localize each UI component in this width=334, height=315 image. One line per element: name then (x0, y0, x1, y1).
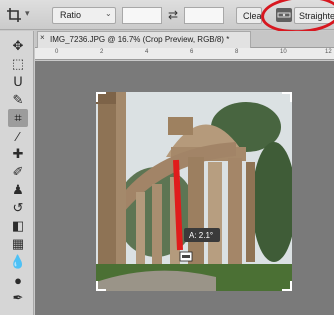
ruler-tick-label: 0 (55, 49, 59, 55)
eyedropper-icon[interactable]: ⁄ (8, 127, 28, 145)
quick-select-icon[interactable]: ✎ (8, 91, 28, 109)
crop-icon[interactable]: ⌗ (8, 109, 28, 127)
clone-stamp-icon[interactable]: ♟ (8, 181, 28, 199)
clear-button[interactable]: Clear (236, 7, 262, 24)
pen-icon[interactable]: ✒ (8, 289, 28, 307)
ruler-tick-label: 2 (100, 49, 104, 55)
eraser-icon[interactable]: ◧ (8, 217, 28, 235)
tools-panel: ✥ ⬚ ᑌ ✎ ⌗ ⁄ ✚ ✐ ♟ ↺ ◧ ▦ 💧 ● ✒ (0, 31, 34, 315)
angle-readout: A: 2.1° (189, 231, 213, 240)
ruler-tick-label: 12 (325, 49, 332, 55)
crop-height-field[interactable] (184, 7, 224, 24)
tab-document[interactable]: IMG_7236.JPG @ 16.7% (Crop Preview, RGB/… (37, 31, 251, 48)
ruler-tick-label: 10 (280, 49, 287, 55)
document-tab-title: IMG_7236.JPG @ 16.7% (Crop Preview, RGB/… (50, 35, 230, 44)
ruler-tick-label: 6 (190, 49, 194, 55)
tool-preset-chevron-icon[interactable]: ▾ (25, 8, 30, 19)
crop-handle-bottom-right[interactable] (282, 281, 292, 291)
lasso-icon[interactable]: ᑌ (8, 73, 28, 91)
ruler-tick-label: 4 (145, 49, 149, 55)
photo-crop-preview[interactable]: A: 2.1° (96, 92, 292, 291)
marquee-icon[interactable]: ⬚ (8, 55, 28, 73)
ruler-tick-label: 8 (235, 49, 239, 55)
palace-of-fine-arts-photo: A: 2.1° (96, 92, 292, 291)
crop-width-field[interactable] (122, 7, 162, 24)
move-icon[interactable]: ✥ (8, 37, 28, 55)
gradient-icon[interactable]: ▦ (8, 235, 28, 253)
chevron-down-icon: ⌄ (105, 9, 112, 18)
level-cursor-icon (179, 251, 193, 262)
blur-icon[interactable]: 💧 (8, 253, 28, 271)
ratio-label: Ratio (60, 10, 82, 20)
crop-handle-top-right[interactable] (282, 92, 292, 102)
horizontal-ruler: 0 2 4 6 8 10 12 (35, 48, 334, 60)
straighten-line (173, 159, 183, 251)
dodge-icon[interactable]: ● (8, 271, 28, 289)
crop-icon[interactable] (6, 7, 22, 23)
crop-handle-bottom-left[interactable] (96, 281, 106, 291)
swap-arrows-icon[interactable]: ⇄ (168, 8, 178, 22)
crop-handle-top-left[interactable] (96, 92, 106, 102)
history-brush-icon[interactable]: ↺ (8, 199, 28, 217)
brush-icon[interactable]: ✐ (8, 163, 28, 181)
healing-brush-icon[interactable]: ✚ (8, 145, 28, 163)
close-icon[interactable]: × (40, 33, 45, 42)
